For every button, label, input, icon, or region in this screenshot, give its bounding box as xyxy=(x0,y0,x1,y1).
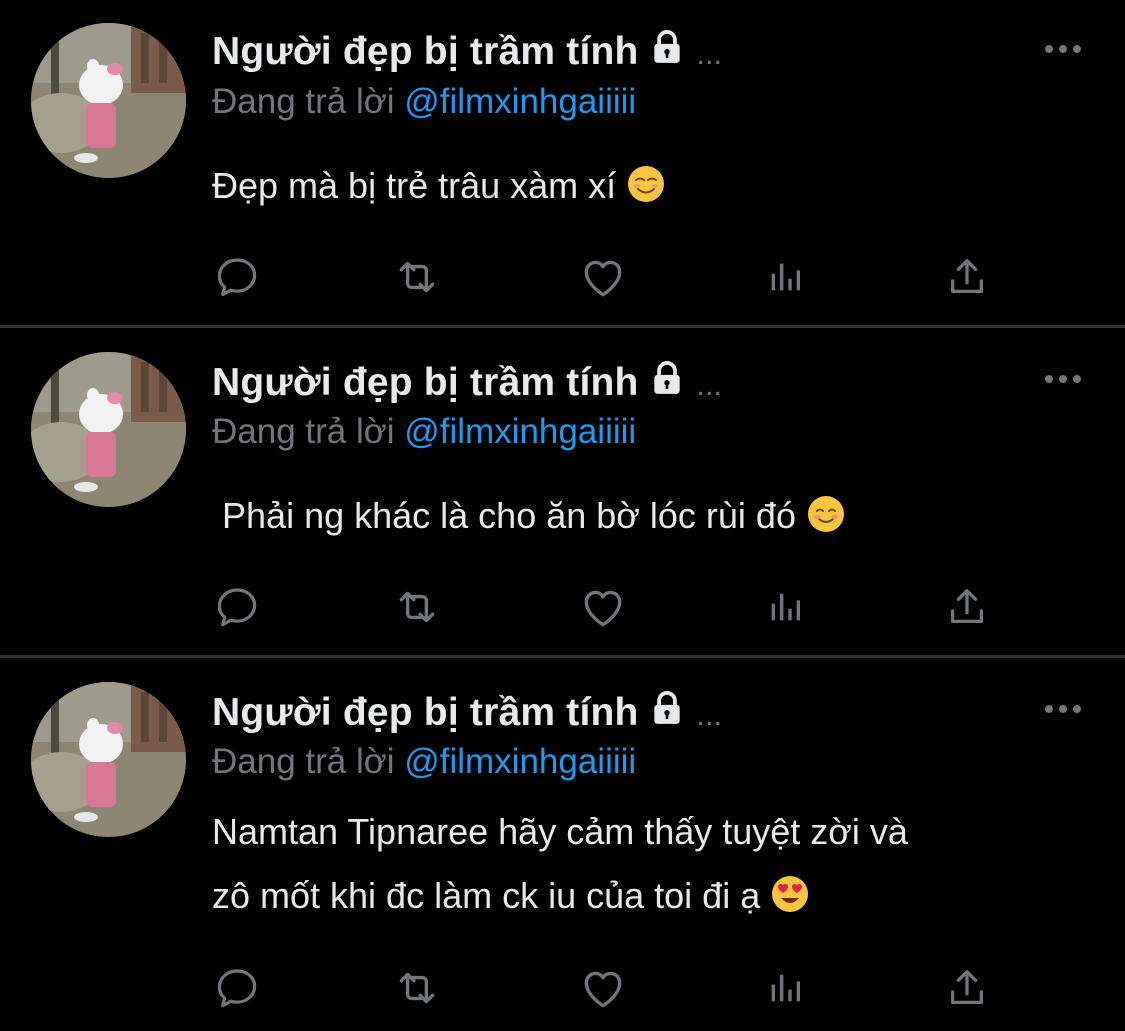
share-button[interactable] xyxy=(940,582,994,632)
reply-button[interactable] xyxy=(210,582,264,632)
author-name[interactable]: Người đẹp bị trầm tính... xyxy=(212,359,722,405)
reply-icon xyxy=(213,964,261,1012)
lock-icon xyxy=(647,28,687,66)
tweet-actions xyxy=(210,582,1010,632)
like-icon xyxy=(578,582,628,632)
reply-prefix: Đang trả lời xyxy=(212,742,395,781)
reply-icon xyxy=(213,583,261,631)
reply-icon xyxy=(213,253,261,301)
reply-button[interactable] xyxy=(210,252,264,302)
avatar-image xyxy=(31,352,186,507)
avatar-image xyxy=(31,23,186,178)
retweet-button[interactable] xyxy=(390,252,444,302)
reply-handle-link[interactable]: @filmxinhgaiiiii xyxy=(404,82,636,121)
author-name[interactable]: Người đẹp bị trầm tính... xyxy=(212,28,722,74)
retweet-icon xyxy=(392,582,442,632)
like-icon xyxy=(578,963,628,1013)
share-button[interactable] xyxy=(940,963,994,1013)
share-icon xyxy=(944,254,990,300)
retweet-icon xyxy=(392,252,442,302)
tweet[interactable]: Người đẹp bị trầm tính... Đang trả lời @… xyxy=(0,658,1125,1031)
reply-prefix: Đang trả lời xyxy=(212,82,395,121)
like-button[interactable] xyxy=(576,963,630,1013)
share-button[interactable] xyxy=(940,252,994,302)
name-truncation: ... xyxy=(696,699,723,732)
tweet-text: Phải ng khác là cho ăn bờ lóc rùi đó xyxy=(212,484,1092,548)
like-button[interactable] xyxy=(576,582,630,632)
reply-context: Đang trả lời @filmxinhgaiiiii xyxy=(212,412,636,452)
avatar[interactable] xyxy=(31,352,186,507)
analytics-button[interactable] xyxy=(758,252,812,302)
reply-handle-link[interactable]: @filmxinhgaiiiii xyxy=(404,742,636,781)
reply-context: Đang trả lời @filmxinhgaiiiii xyxy=(212,742,636,782)
tweet[interactable]: Người đẹp bị trầm tính... Đang trả lời @… xyxy=(0,328,1125,655)
heart-eyes-emoji xyxy=(770,874,810,914)
relieved-smile-emoji xyxy=(626,164,666,204)
reply-handle-link[interactable]: @filmxinhgaiiiii xyxy=(404,412,636,451)
avatar[interactable] xyxy=(31,23,186,178)
avatar[interactable] xyxy=(31,682,186,837)
smiling-blush-emoji xyxy=(806,494,846,534)
lock-icon xyxy=(647,359,687,397)
more-options-icon[interactable] xyxy=(1043,703,1083,715)
author-name-text: Người đẹp bị trầm tính xyxy=(212,361,639,404)
author-name-text: Người đẹp bị trầm tính xyxy=(212,30,639,73)
reply-prefix: Đang trả lời xyxy=(212,412,395,451)
share-icon xyxy=(944,584,990,630)
tweet-text-content: Đẹp mà bị trẻ trâu xàm xí xyxy=(212,165,617,206)
like-button[interactable] xyxy=(576,252,630,302)
lock-icon xyxy=(647,689,687,727)
tweet[interactable]: Người đẹp bị trầm tính... Đang trả lời @… xyxy=(0,0,1125,325)
analytics-icon xyxy=(765,968,805,1008)
share-icon xyxy=(944,965,990,1011)
name-truncation: ... xyxy=(696,38,723,71)
analytics-icon xyxy=(765,257,805,297)
tweet-actions xyxy=(210,963,1010,1013)
tweet-text-content: Phải ng khác là cho ăn bờ lóc rùi đó xyxy=(212,495,796,536)
more-options-icon[interactable] xyxy=(1043,43,1083,55)
like-icon xyxy=(578,252,628,302)
avatar-image xyxy=(31,682,186,837)
name-truncation: ... xyxy=(696,369,723,402)
author-name-text: Người đẹp bị trầm tính xyxy=(212,691,639,734)
analytics-icon xyxy=(765,587,805,627)
reply-context: Đang trả lời @filmxinhgaiiiii xyxy=(212,82,636,122)
more-options-icon[interactable] xyxy=(1043,373,1083,385)
tweet-text: Namtan Tipnaree hãy cảm thấy tuyệt zời v… xyxy=(212,800,1092,928)
author-name[interactable]: Người đẹp bị trầm tính... xyxy=(212,689,722,735)
retweet-icon xyxy=(392,963,442,1013)
reply-button[interactable] xyxy=(210,963,264,1013)
analytics-button[interactable] xyxy=(758,582,812,632)
retweet-button[interactable] xyxy=(390,963,444,1013)
retweet-button[interactable] xyxy=(390,582,444,632)
analytics-button[interactable] xyxy=(758,963,812,1013)
tweet-actions xyxy=(210,252,1010,302)
tweet-text: Đẹp mà bị trẻ trâu xàm xí xyxy=(212,154,1092,218)
